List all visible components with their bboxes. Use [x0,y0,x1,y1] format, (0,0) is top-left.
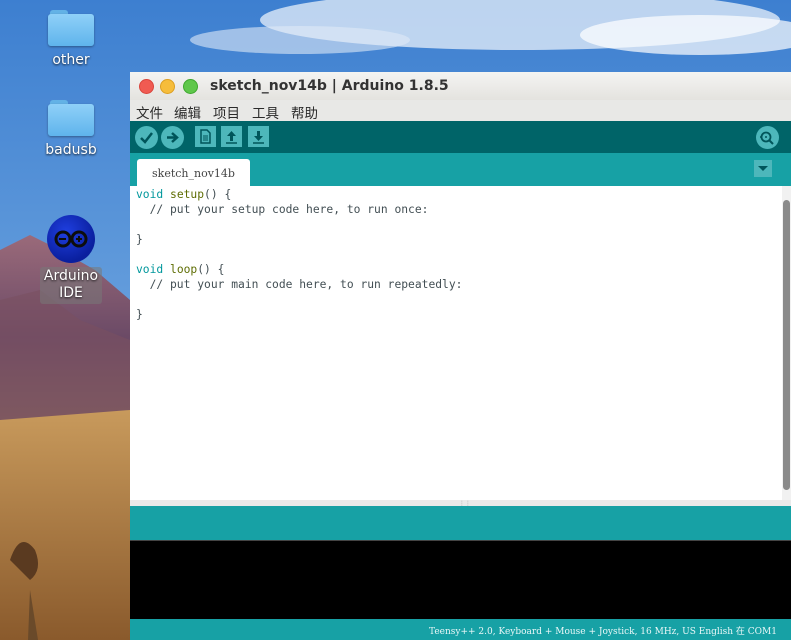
new-button[interactable] [195,126,216,147]
window-title: sketch_nov14b | Arduino 1.8.5 [210,78,449,94]
editor-scrollbar[interactable] [782,186,791,500]
code-keyword: void [136,188,164,201]
message-area [130,506,791,540]
code-function: loop [170,263,198,276]
tab-menu-button[interactable] [754,160,772,177]
folder-icon [48,100,94,136]
code-text: } [136,308,143,321]
arduino-ide-window: sketch_nov14b | Arduino 1.8.5 文件 编辑 项目 工… [130,72,791,640]
serial-monitor-button[interactable] [756,126,779,149]
minimize-button[interactable] [160,79,175,94]
open-button[interactable] [221,126,242,147]
toolbar [130,121,791,153]
chevron-down-icon [758,166,768,171]
verify-button[interactable] [135,126,158,149]
close-button[interactable] [139,79,154,94]
save-icon [253,131,264,144]
desktop-icon-arduino-ide[interactable]: Arduino IDE [31,215,111,304]
code-keyword: void [136,263,164,276]
desktop-icon-label: Arduino IDE [39,267,103,304]
menu-help[interactable]: 帮助 [291,102,318,122]
menu-edit[interactable]: 编辑 [174,102,201,122]
desktop-icon-other[interactable]: other [31,10,111,69]
upload-button[interactable] [161,126,184,149]
serial-monitor-icon [760,131,774,145]
desktop-icon-badusb[interactable]: badusb [31,100,111,159]
tab-sketch[interactable]: sketch_nov14b [137,159,250,186]
code-comment: // put your main code here, to run repea… [136,278,463,291]
menu-tools[interactable]: 工具 [252,102,279,122]
menu-file[interactable]: 文件 [136,102,163,122]
desktop-icon-label: other [52,52,90,68]
menu-sketch[interactable]: 项目 [213,102,240,122]
verify-icon [140,132,153,144]
tab-bar: sketch_nov14b [130,153,791,186]
save-button[interactable] [248,126,269,147]
code-text: () { [197,263,225,276]
status-bar: Teensy++ 2.0, Keyboard + Mouse + Joystic… [130,619,791,640]
menu-bar: 文件 编辑 项目 工具 帮助 [130,100,791,122]
scrollbar-thumb[interactable] [783,200,790,490]
folder-icon [48,10,94,46]
code-text: } [136,233,143,246]
maximize-button[interactable] [183,79,198,94]
open-icon [226,131,237,144]
code-editor[interactable]: void setup() { // put your setup code he… [130,186,782,500]
upload-icon [167,132,179,143]
title-bar[interactable]: sketch_nov14b | Arduino 1.8.5 [130,72,791,100]
new-icon [200,129,211,144]
arduino-logo-icon [47,215,95,263]
desktop-icon-label: badusb [45,142,97,158]
code-function: setup [170,188,205,201]
code-comment: // put your setup code here, to run once… [136,203,429,216]
output-console[interactable] [130,540,791,620]
board-status-text: Teensy++ 2.0, Keyboard + Mouse + Joystic… [429,627,777,637]
code-text: () { [204,188,232,201]
